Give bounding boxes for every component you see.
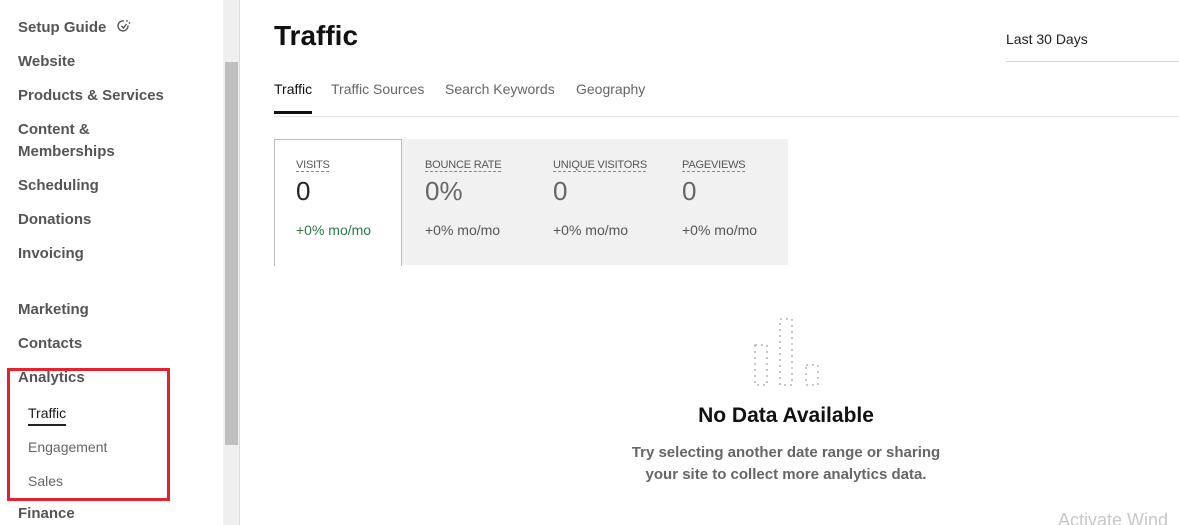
sidebar-item-label: Website	[18, 53, 76, 70]
sidebar-item-analytics[interactable]: Analytics	[18, 367, 85, 389]
sidebar-item-setup-guide[interactable]: Setup Guide	[18, 17, 131, 39]
sidebar-item-label: Products & Services	[18, 87, 164, 104]
metric-label: UNIQUE VISITORS	[553, 159, 647, 171]
sidebar-item-label: Traffic	[28, 405, 67, 421]
sidebar-item-label: Scheduling	[18, 177, 99, 194]
sidebar-item-contacts[interactable]: Contacts	[18, 333, 82, 355]
sidebar-scrollbar-thumb[interactable]	[225, 62, 238, 445]
metric-value: 0%	[425, 176, 463, 206]
sidebar-subitem-engagement[interactable]: Engagement	[28, 437, 107, 457]
sidebar-item-label: Sales	[28, 473, 64, 489]
metric-card-bounce-rate[interactable]: BOUNCE RATE 0% +0% mo/mo	[403, 139, 531, 265]
metric-change: +0% mo/mo	[553, 222, 629, 238]
activate-windows-watermark: Activate Wind	[1058, 510, 1169, 525]
metric-change: +0% mo/mo	[425, 222, 501, 238]
sidebar-item-label: Setup Guide	[18, 19, 107, 36]
empty-state: No Data Available Try selecting another …	[581, 318, 991, 486]
sidebar-item-label: Memberships	[18, 143, 115, 160]
sidebar-item-content-memberships[interactable]: Content & Memberships	[18, 119, 115, 163]
sidebar: Setup Guide Website Products & Services …	[0, 0, 223, 525]
sidebar-item-website[interactable]: Website	[18, 51, 75, 73]
empty-state-description: Try selecting another date range or shar…	[581, 442, 991, 486]
metrics-panel: VISITS 0 +0% mo/mo BOUNCE RATE 0% +0% mo…	[274, 139, 788, 266]
main-content: Traffic Last 30 Days Traffic Traffic Sou…	[241, 0, 1179, 525]
metric-value: 0	[553, 176, 568, 206]
page-title: Traffic	[274, 20, 359, 51]
sidebar-item-label: Marketing	[18, 301, 89, 318]
sidebar-item-label: Analytics	[18, 369, 85, 386]
metric-label: VISITS	[296, 159, 330, 171]
metric-value: 0	[682, 176, 697, 206]
tab-bar: Traffic Traffic Sources Search Keywords …	[274, 76, 1179, 117]
sidebar-item-label: Invoicing	[18, 245, 84, 262]
metric-change: +0% mo/mo	[682, 222, 758, 238]
sidebar-item-label: Engagement	[28, 439, 108, 455]
sidebar-item-products-services[interactable]: Products & Services	[18, 85, 164, 107]
tab-traffic-sources[interactable]: Traffic Sources	[331, 81, 424, 113]
metric-card-unique-visitors[interactable]: UNIQUE VISITORS 0 +0% mo/mo	[531, 139, 659, 265]
sidebar-item-label: Content &	[18, 121, 90, 138]
date-range-select[interactable]: Last 30 Days	[1006, 28, 1179, 62]
sidebar-item-marketing[interactable]: Marketing	[18, 299, 89, 321]
sidebar-item-scheduling[interactable]: Scheduling	[18, 175, 99, 197]
empty-state-line: your site to collect more analytics data…	[645, 466, 927, 483]
tab-search-keywords[interactable]: Search Keywords	[445, 81, 555, 113]
sidebar-item-label: Donations	[18, 211, 92, 228]
sidebar-item-invoicing[interactable]: Invoicing	[18, 243, 84, 265]
empty-state-line: Try selecting another date range or shar…	[631, 444, 941, 461]
metric-change: +0% mo/mo	[296, 222, 372, 238]
empty-state-title: No Data Available	[698, 404, 874, 427]
sidebar-subitem-traffic[interactable]: Traffic	[28, 403, 67, 426]
sidebar-item-label: Contacts	[18, 335, 83, 352]
sidebar-item-finance[interactable]: Finance	[18, 503, 75, 525]
setup-guide-check-icon	[116, 20, 130, 32]
sidebar-subitem-sales[interactable]: Sales	[28, 471, 63, 491]
metric-card-visits[interactable]: VISITS 0 +0% mo/mo	[274, 139, 402, 266]
metric-value: 0	[296, 176, 311, 206]
sidebar-scrollbar[interactable]	[223, 0, 240, 525]
metric-label: PAGEVIEWS	[682, 159, 746, 171]
tab-traffic[interactable]: Traffic	[274, 81, 313, 114]
empty-bar-chart-icon	[754, 318, 819, 386]
sidebar-item-label: Finance	[18, 505, 75, 522]
tab-geography[interactable]: Geography	[576, 81, 645, 113]
metric-label: BOUNCE RATE	[425, 159, 502, 171]
sidebar-item-donations[interactable]: Donations	[18, 209, 91, 231]
metric-card-pageviews[interactable]: PAGEVIEWS 0 +0% mo/mo	[660, 139, 788, 265]
